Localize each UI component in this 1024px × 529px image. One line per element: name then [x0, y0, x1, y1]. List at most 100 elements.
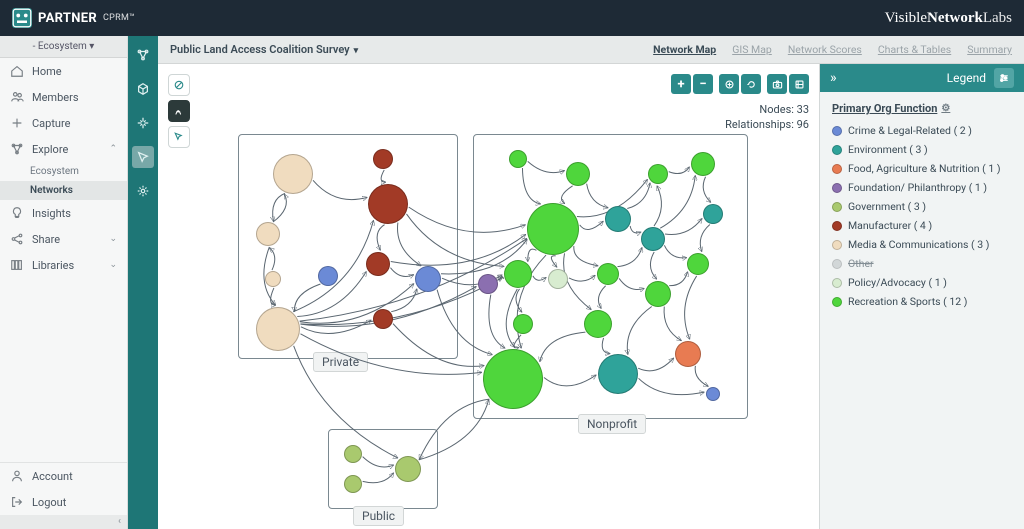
graph-node[interactable] [691, 152, 715, 176]
legend-item[interactable]: Media & Communications ( 3 ) [832, 235, 1012, 254]
graph-counts: Nodes: 33 Relationships: 96 [725, 102, 809, 133]
project-picker[interactable]: - Ecosystem ▾ [0, 36, 127, 58]
libraries-icon [10, 258, 24, 272]
sidebar-item-capture[interactable]: Capture [0, 110, 127, 136]
graph-node[interactable] [478, 274, 498, 294]
legend-expand-icon[interactable]: » [830, 70, 846, 86]
legend-item-label: Recreation & Sports ( 12 ) [848, 295, 967, 308]
legend-gear-icon[interactable]: ⚙ [941, 103, 950, 114]
tool-strip-cube-icon[interactable] [132, 78, 154, 100]
fit-button[interactable] [719, 74, 739, 94]
sidebar-item-logout[interactable]: Logout [0, 489, 127, 515]
graph-node[interactable] [395, 456, 421, 482]
export-button[interactable] [789, 74, 809, 94]
graph-node[interactable] [706, 387, 720, 401]
legend-item[interactable]: Environment ( 3 ) [832, 140, 1012, 159]
graph-node[interactable] [265, 271, 281, 287]
graph-node[interactable] [648, 164, 668, 184]
graph-node[interactable] [373, 149, 393, 169]
graph-node[interactable] [527, 203, 579, 255]
survey-picker[interactable]: Public Land Access Coalition Survey▾ [170, 43, 358, 56]
tab-network-scores[interactable]: Network Scores [788, 43, 862, 56]
legend-item[interactable]: Foundation/ Philanthropy ( 1 ) [832, 178, 1012, 197]
graph-node[interactable] [675, 341, 701, 367]
legend-item-label: Media & Communications ( 3 ) [848, 238, 989, 251]
graph-node[interactable] [504, 260, 532, 288]
mode-empty-icon[interactable] [168, 74, 190, 96]
graph-node[interactable] [566, 162, 590, 186]
graph-node[interactable] [415, 266, 441, 292]
graph-node[interactable] [273, 154, 313, 194]
legend-item[interactable]: Manufacturer ( 4 ) [832, 216, 1012, 235]
graph-node[interactable] [598, 354, 638, 394]
refresh-button[interactable] [741, 74, 761, 94]
graph-node[interactable] [641, 227, 665, 251]
sidebar-item-libraries[interactable]: Libraries ⌄ [0, 252, 127, 278]
tool-strip-network-icon[interactable] [132, 44, 154, 66]
graph-node[interactable] [318, 266, 338, 286]
snapshot-button[interactable] [767, 74, 787, 94]
graph-node[interactable] [256, 307, 300, 351]
tool-strip-sparkle-icon[interactable] [132, 112, 154, 134]
legend-item[interactable]: Recreation & Sports ( 12 ) [832, 292, 1012, 311]
zoom-out-button[interactable]: − [693, 74, 713, 94]
legend-item[interactable]: Crime & Legal-Related ( 2 ) [832, 121, 1012, 140]
graph-node[interactable] [687, 253, 709, 275]
sidebar-label: Libraries [32, 259, 74, 272]
sidebar-sub-ecosystem[interactable]: Ecosystem [0, 162, 127, 181]
canvas-mode-buttons [168, 74, 190, 148]
legend-settings-icon[interactable] [994, 68, 1014, 88]
network-canvas[interactable]: + − Nodes: 33 Relationships: 96 [158, 64, 819, 529]
share-icon [10, 232, 24, 246]
sidebar-item-account[interactable]: Account [0, 463, 127, 489]
graph-node[interactable] [645, 281, 671, 307]
graph-node[interactable] [584, 310, 612, 338]
graph-node[interactable] [373, 309, 393, 329]
zoom-in-button[interactable]: + [671, 74, 691, 94]
graph-node[interactable] [344, 475, 362, 493]
tab-network-map[interactable]: Network Map [653, 43, 716, 56]
legend-item[interactable]: Policy/Advocacy ( 1 ) [832, 273, 1012, 292]
graph-node[interactable] [368, 184, 408, 224]
sidebar-item-insights[interactable]: Insights [0, 200, 127, 226]
graph-node[interactable] [509, 150, 527, 168]
legend-item-label: Crime & Legal-Related ( 2 ) [848, 124, 972, 137]
graph-node[interactable] [256, 222, 280, 246]
legend-item-label: Foundation/ Philanthropy ( 1 ) [848, 181, 987, 194]
sidebar-item-explore[interactable]: Explore ⌃ [0, 136, 127, 162]
legend-swatch-icon [832, 240, 842, 250]
chevron-down-icon: ⌄ [109, 260, 117, 270]
sidebar-label: Capture [32, 117, 70, 130]
graph-node[interactable] [366, 252, 390, 276]
sidebar-label: Members [32, 91, 79, 104]
sidebar-sub-networks[interactable]: Networks [0, 181, 127, 200]
graph-node[interactable] [483, 349, 543, 409]
home-icon [10, 64, 24, 78]
members-icon [10, 90, 24, 104]
graph-node[interactable] [344, 445, 362, 463]
legend-panel: » Legend Primary Org Function ⚙ Crime & … [819, 64, 1024, 529]
graph-node[interactable] [513, 314, 533, 334]
sidebar-item-members[interactable]: Members [0, 84, 127, 110]
graph-node[interactable] [597, 263, 619, 285]
sidebar-collapse-handle[interactable]: ‹ [0, 515, 127, 529]
legend-swatch-icon [832, 145, 842, 155]
mode-cursor-icon[interactable] [168, 126, 190, 148]
sidebar-item-share[interactable]: Share ⌄ [0, 226, 127, 252]
legend-item[interactable]: Government ( 3 ) [832, 197, 1012, 216]
canvas-tools: + − [671, 74, 809, 94]
mode-label-icon[interactable] [168, 100, 190, 122]
capture-icon [10, 116, 24, 130]
tool-strip-selector-icon[interactable] [132, 146, 154, 168]
logout-icon [10, 495, 24, 509]
legend-item[interactable]: Food, Agriculture & Nutrition ( 1 ) [832, 159, 1012, 178]
graph-node[interactable] [605, 206, 631, 232]
graph-node[interactable] [548, 269, 568, 289]
tab-gis-map[interactable]: GIS Map [732, 43, 772, 56]
sidebar-item-home[interactable]: Home [0, 58, 127, 84]
tool-strip-gear-icon[interactable] [132, 180, 154, 202]
tab-summary[interactable]: Summary [967, 43, 1012, 56]
graph-node[interactable] [703, 204, 723, 224]
tab-charts-tables[interactable]: Charts & Tables [878, 43, 951, 56]
legend-item[interactable]: Other [832, 254, 1012, 273]
